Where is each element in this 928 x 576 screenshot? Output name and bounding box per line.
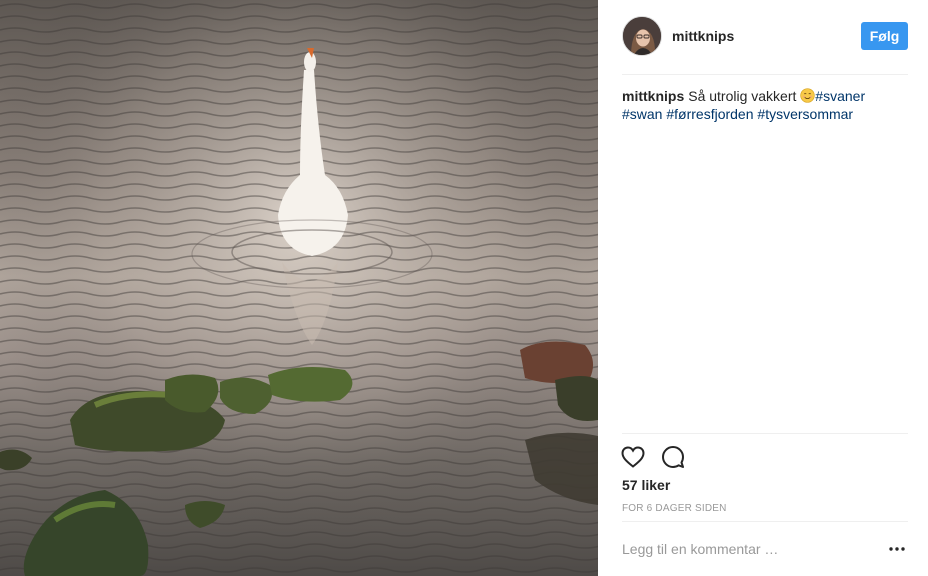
swan-photo [0, 0, 598, 576]
comment-input[interactable] [622, 538, 872, 560]
like-count[interactable]: 57 liker [622, 477, 670, 493]
post-timestamp[interactable]: FOR 6 DAGER SIDEN [622, 503, 727, 514]
user-avatar[interactable] [622, 16, 662, 56]
header-username[interactable]: mittknips [672, 28, 734, 44]
avatar-icon [623, 17, 661, 55]
hashtag-link[interactable]: #swan [622, 106, 662, 122]
comment-button[interactable] [660, 444, 686, 470]
hashtag-link[interactable]: #svaner [815, 88, 865, 104]
more-options-button[interactable] [886, 539, 908, 559]
follow-button[interactable]: Følg [861, 22, 908, 50]
comment-icon [662, 446, 684, 468]
like-button[interactable] [620, 444, 646, 470]
hashtag-link[interactable]: #førresfjorden [666, 106, 753, 122]
post-caption: mittknips Så utrolig vakkert #svaner #swa… [622, 87, 892, 123]
hashtag-link[interactable]: #tysversommar [757, 106, 853, 122]
comment-section [622, 521, 908, 576]
post-side-panel: mittknips Følg mittknips Så utrolig vakke… [598, 0, 928, 576]
more-options-icon [889, 547, 905, 551]
heart-icon [621, 446, 645, 468]
post-photo[interactable] [0, 0, 598, 576]
caption-text: Så utrolig vakkert [688, 88, 797, 104]
caption-author[interactable]: mittknips [622, 88, 684, 104]
post-actions [620, 433, 908, 473]
smiling-face-icon [800, 88, 815, 103]
post-container: mittknips Følg mittknips Så utrolig vakke… [0, 0, 928, 576]
post-header: mittknips Følg [622, 0, 908, 75]
